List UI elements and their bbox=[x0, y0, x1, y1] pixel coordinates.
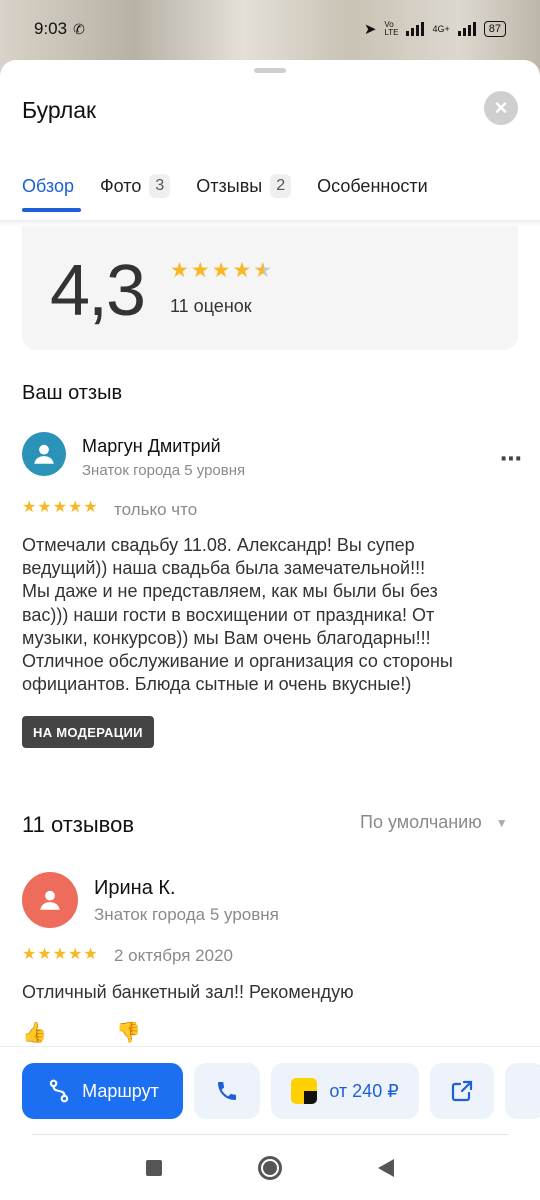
review-stars: ★ ★ ★ ★ ★ bbox=[22, 500, 98, 516]
dislike-icon[interactable]: 👎 bbox=[116, 1020, 141, 1045]
review-text-line: музыки, конкурсов)) мы Вам очень благода… bbox=[22, 627, 431, 648]
phone-icon bbox=[218, 1082, 236, 1100]
tab-reviews-count: 2 bbox=[270, 174, 292, 198]
tab-photos-label: Фото bbox=[100, 175, 142, 196]
review-text-line: официантов. Блюда сытные и очень вкусные… bbox=[22, 674, 412, 695]
signal-icon-2 bbox=[457, 22, 476, 36]
route-label: Маршрут bbox=[82, 1080, 159, 1101]
star-icon: ★ bbox=[190, 259, 210, 282]
rating-value: 4,3 bbox=[50, 251, 146, 331]
moderation-badge: НА МОДЕРАЦИИ bbox=[22, 716, 154, 748]
tab-overview[interactable]: Обзор bbox=[22, 172, 74, 200]
tab-reviews[interactable]: Отзывы 2 bbox=[196, 172, 292, 200]
reviews-heading: 11 отзывов bbox=[22, 812, 135, 837]
route-icon bbox=[49, 1079, 69, 1103]
review-author[interactable]: Маргун Дмитрий bbox=[82, 436, 221, 457]
user-icon bbox=[34, 444, 54, 464]
home-icon[interactable] bbox=[258, 1156, 282, 1180]
route-button[interactable]: Маршрут bbox=[22, 1063, 183, 1119]
place-title: Бурлак bbox=[22, 97, 97, 123]
tab-features-label: Особенности bbox=[317, 175, 428, 196]
status-time: 9:03 bbox=[34, 19, 68, 38]
review-text: Отличный банкетный зал!! Рекомендую bbox=[22, 982, 354, 1002]
author-level: Знаток города 5 уровня bbox=[94, 905, 279, 924]
tab-bar: Обзор Фото 3 Отзывы 2 Особенности bbox=[22, 172, 454, 200]
system-nav-bar bbox=[0, 1136, 540, 1200]
tab-reviews-label: Отзывы bbox=[196, 175, 263, 196]
taxi-price: от 240 ₽ bbox=[329, 1080, 399, 1101]
star-icon: ★ bbox=[37, 946, 52, 963]
tab-photos-count: 3 bbox=[149, 174, 171, 198]
network-label: 4G+ bbox=[432, 24, 450, 34]
more-actions-button[interactable] bbox=[505, 1063, 540, 1119]
star-icon: ★ bbox=[232, 259, 252, 282]
tab-features[interactable]: Особенности bbox=[317, 172, 428, 200]
rating-count: 11 оценок bbox=[170, 296, 252, 316]
review-text: Отмечали свадьбу 11.08. Александр! Вы су… bbox=[22, 534, 518, 696]
review-text-line: Отмечали свадьбу 11.08. Александр! Вы су… bbox=[22, 535, 415, 555]
avatar[interactable] bbox=[22, 432, 66, 476]
taxi-logo-icon bbox=[291, 1078, 318, 1104]
call-button[interactable] bbox=[194, 1063, 260, 1119]
star-icon: ★ bbox=[68, 499, 83, 516]
tab-photos[interactable]: Фото 3 bbox=[100, 172, 171, 200]
review-author[interactable]: Ирина К. bbox=[94, 877, 176, 900]
taxi-button[interactable]: от 240 ₽ bbox=[271, 1063, 419, 1119]
author-level: Знаток города 5 уровня bbox=[82, 462, 246, 479]
review-date: 2 октября 2020 bbox=[114, 946, 233, 965]
star-icon: ★ bbox=[83, 946, 98, 963]
active-tab-indicator bbox=[22, 208, 81, 212]
review-stars: ★ ★ ★ ★ ★ bbox=[22, 947, 98, 963]
review-text-line: Мы даже и не представляем, как мы были б… bbox=[22, 581, 438, 602]
user-icon bbox=[40, 890, 60, 910]
action-bar: Маршрут от 240 ₽ bbox=[0, 1046, 540, 1136]
like-icon[interactable]: 👍 bbox=[22, 1020, 47, 1045]
close-icon: × bbox=[494, 95, 508, 120]
signal-icon bbox=[406, 22, 425, 36]
sort-label: По умолчанию bbox=[360, 812, 482, 832]
half-star-icon: ★ bbox=[253, 259, 273, 282]
review-text-line: ведущий)) наша свадьба была замечательно… bbox=[22, 558, 426, 579]
star-icon: ★ bbox=[170, 259, 189, 282]
close-button[interactable]: × bbox=[484, 91, 518, 125]
share-button[interactable] bbox=[430, 1063, 494, 1119]
battery-indicator: 87 bbox=[483, 21, 506, 37]
nav-divider bbox=[32, 1134, 508, 1135]
your-review-heading: Ваш отзыв bbox=[22, 382, 123, 404]
star-icon: ★ bbox=[211, 259, 231, 282]
avatar[interactable] bbox=[22, 872, 78, 928]
star-icon: ★ bbox=[68, 946, 83, 963]
more-options-icon[interactable]: ⋯ bbox=[500, 446, 523, 472]
rating-summary: 4,3 ★ ★ ★ ★ ★ 11 оценок bbox=[22, 226, 518, 350]
sheet-grabber[interactable] bbox=[254, 68, 286, 73]
rating-stars: ★ ★ ★ ★ ★ bbox=[170, 260, 272, 282]
location-icon: ➤ bbox=[363, 21, 377, 38]
sort-dropdown[interactable]: По умолчанию ▼ bbox=[360, 812, 508, 833]
star-icon: ★ bbox=[22, 946, 37, 963]
review-date: только что bbox=[114, 500, 198, 519]
external-link-icon bbox=[451, 1080, 473, 1102]
star-icon: ★ bbox=[52, 946, 68, 963]
tab-overview-label: Обзор bbox=[22, 175, 74, 196]
review-text-line: Отличное обслуживание и организация со с… bbox=[22, 651, 453, 672]
viber-icon: ✆ bbox=[73, 20, 85, 37]
review-text-line: вас))) наши гости в восхищении от праздн… bbox=[22, 604, 435, 625]
star-icon: ★ bbox=[52, 499, 68, 516]
recents-icon[interactable] bbox=[146, 1160, 162, 1176]
place-card-sheet: Бурлак × Обзор Фото 3 Отзывы 2 Особенности… bbox=[0, 60, 540, 1200]
status-bar: 9:03 ✆ ➤ Vo LTE 4G+ 87 bbox=[0, 0, 540, 58]
star-icon: ★ bbox=[22, 499, 37, 516]
star-icon: ★ bbox=[83, 499, 98, 516]
volte-icon: Vo LTE bbox=[384, 20, 399, 37]
star-icon: ★ bbox=[37, 499, 52, 516]
back-icon[interactable] bbox=[378, 1159, 394, 1177]
dropdown-triangle-icon: ▼ bbox=[495, 815, 508, 830]
